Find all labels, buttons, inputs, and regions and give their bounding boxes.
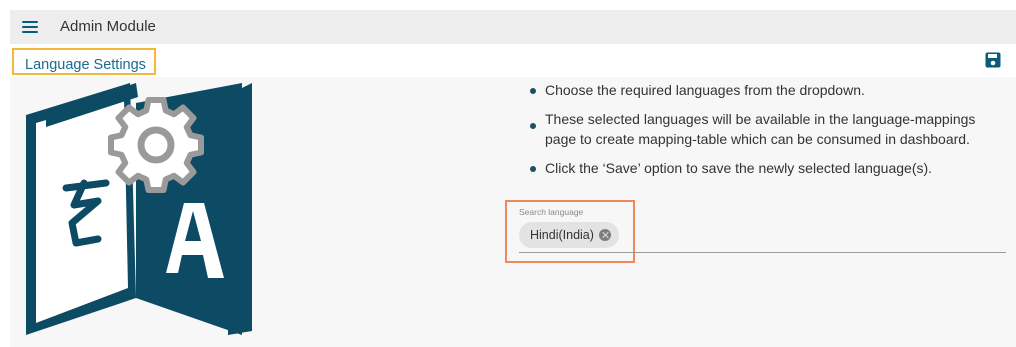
instructions-list: Choose the required languages from the d… [530, 80, 1000, 187]
language-chip-label: Hindi(India) [530, 228, 594, 242]
page-title: Language Settings [25, 57, 146, 73]
hamburger-menu-icon[interactable] [22, 21, 38, 33]
app-title: Admin Module [60, 18, 156, 35]
page-title-highlight: Language Settings [12, 48, 156, 75]
top-bar: Admin Module [10, 10, 1016, 44]
remove-chip-icon[interactable] [599, 229, 611, 241]
instruction-item: Choose the required languages from the d… [530, 80, 1000, 100]
page-header: Language Settings [10, 44, 1016, 77]
instruction-item: These selected languages will be availab… [530, 109, 1000, 149]
instruction-item: Click the ‘Save’ option to save the newl… [530, 158, 1000, 178]
save-icon[interactable] [985, 52, 1001, 68]
language-chip[interactable]: Hindi(India) [519, 222, 619, 248]
language-translation-gear-icon [26, 83, 266, 335]
search-language-input[interactable] [519, 252, 1006, 253]
search-language-label: Search language [519, 207, 584, 217]
